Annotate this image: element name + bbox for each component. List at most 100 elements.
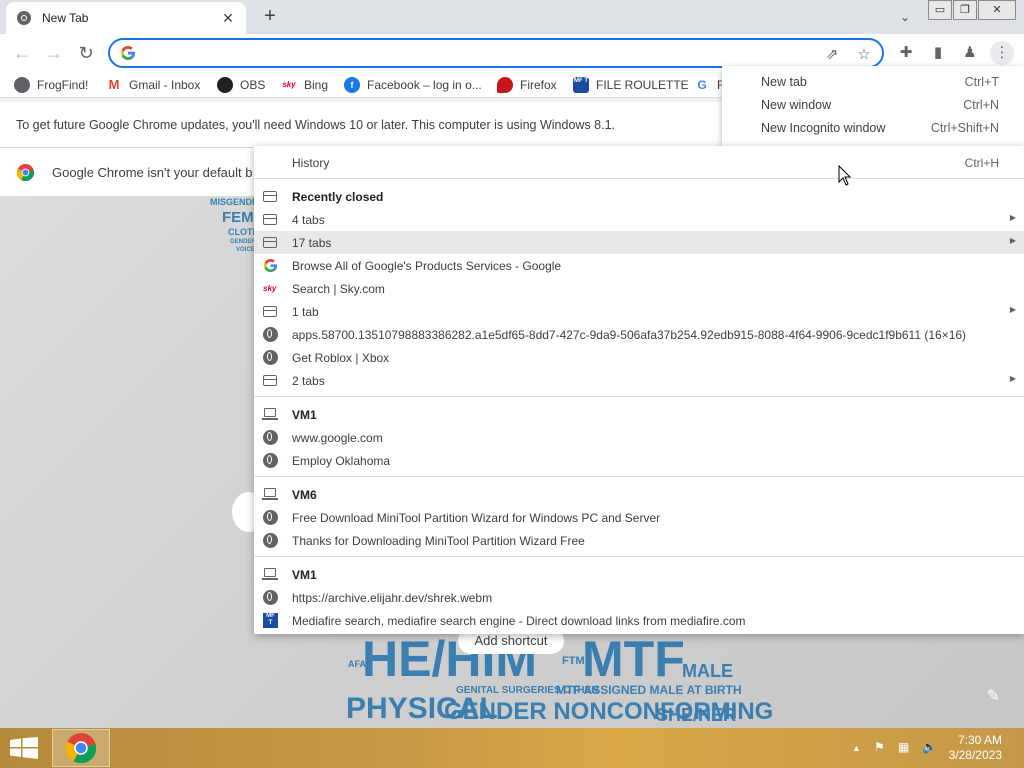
chevron-right-icon: ▶ <box>1009 305 1016 314</box>
tab-icon <box>263 191 277 202</box>
history-submenu: History Ctrl+H Recently closed 4 tabs ▶ … <box>254 146 1024 634</box>
star-icon[interactable]: ☆ <box>854 45 874 65</box>
bookmark-label: Facebook – log in o... <box>367 78 482 92</box>
globe-icon <box>263 510 278 525</box>
tab-icon <box>263 237 277 248</box>
menu-item-new-window[interactable]: New window Ctrl+N <box>722 94 1024 117</box>
wordcloud-word: AFAB <box>348 659 373 669</box>
mouse-cursor-icon <box>838 165 852 186</box>
google-icon <box>121 46 135 60</box>
menu-item-label: www.google.com <box>292 431 383 445</box>
wordcloud-word: VOICE <box>236 247 255 253</box>
recently-closed-item[interactable]: apps.58700.13510798883386282.a1e5df65-8d… <box>254 323 1024 346</box>
bookmark-label: Bing <box>304 78 329 92</box>
recently-closed-item[interactable]: 1 tab ▶ <box>254 300 1024 323</box>
device-tab-item[interactable]: Thanks for Downloading MiniTool Partitio… <box>254 529 1024 552</box>
globe-icon <box>263 327 278 342</box>
recently-closed-item[interactable]: Get Roblox | Xbox <box>254 346 1024 369</box>
device-name: VM1 <box>292 568 317 582</box>
menu-item-label: Mediafire search, mediafire search engin… <box>292 614 746 628</box>
wordcloud-word: MTF <box>582 631 685 687</box>
recently-closed-item[interactable]: 17 tabs ▶ <box>254 231 1024 254</box>
device-tab-item[interactable]: Employ Oklahoma <box>254 449 1024 472</box>
menu-item-label: New window <box>761 98 832 112</box>
windows-taskbar: ▲ ⚑ ▦ 🔈 7:30 AM 3/28/2023 <box>0 728 1024 768</box>
taskbar-clock[interactable]: 7:30 AM 3/28/2023 <box>949 733 1002 763</box>
globe-icon <box>263 590 278 605</box>
recently-closed-item[interactable]: sky Search | Sky.com <box>254 277 1024 300</box>
device-tab-item[interactable]: Free Download MiniTool Partition Wizard … <box>254 506 1024 529</box>
more-menu-icon[interactable]: ⋮ <box>990 41 1014 65</box>
facebook-icon: f <box>344 77 360 93</box>
menu-item-label: New tab <box>761 75 807 89</box>
tab-icon <box>263 306 277 317</box>
bookmark-gmail[interactable]: M Gmail - Inbox <box>106 76 200 94</box>
bookmark-file-roulette[interactable]: MF T FILE ROULETTE <box>573 76 689 94</box>
flag-icon[interactable]: ⚑ <box>874 740 885 754</box>
bookmark-bing[interactable]: sky Bing <box>281 76 328 94</box>
menu-item-label: apps.58700.13510798883386282.a1e5df65-8d… <box>292 328 967 342</box>
menu-item-label: History <box>292 156 330 170</box>
volume-icon[interactable]: 🔈 <box>922 740 937 754</box>
menu-divider <box>254 556 1024 557</box>
taskbar-chrome-button[interactable] <box>52 729 110 767</box>
menu-item-label: 2 tabs <box>292 374 325 388</box>
pencil-icon[interactable]: ✎ <box>987 686 1000 706</box>
globe-icon <box>263 430 278 445</box>
minimize-button[interactable]: ▭ <box>928 0 952 20</box>
network-icon[interactable]: ▦ <box>898 740 909 754</box>
chrome-icon <box>17 11 31 25</box>
menu-item-history[interactable]: History Ctrl+H <box>254 151 1024 174</box>
bookmark-facebook[interactable]: f Facebook – log in o... <box>344 76 482 94</box>
chrome-icon <box>66 733 96 763</box>
restore-button[interactable]: ❐ <box>953 0 977 20</box>
bookmark-obs[interactable]: OBS <box>217 76 265 94</box>
close-window-button[interactable]: ✕ <box>978 0 1016 20</box>
extensions-icon[interactable]: ✚ <box>894 41 918 65</box>
google-icon: G <box>697 78 707 92</box>
address-input[interactable] <box>144 44 794 62</box>
menu-item-label: Browse All of Google's Products Services… <box>292 259 562 273</box>
wordcloud-word: SHE/HER <box>656 705 737 725</box>
google-icon <box>263 258 278 273</box>
device-name: VM6 <box>292 488 317 502</box>
reload-icon[interactable]: ↻ <box>74 41 98 65</box>
device-tab-item[interactable]: https://archive.elijahr.dev/shrek.webm <box>254 586 1024 609</box>
omnibox[interactable]: ⇗ ☆ <box>108 38 884 68</box>
windows-start-icon[interactable] <box>10 737 38 759</box>
profile-avatar-icon[interactable]: ♟ <box>958 41 982 65</box>
menu-item-label: Employ Oklahoma <box>292 454 391 468</box>
recently-closed-item[interactable]: Browse All of Google's Products Services… <box>254 254 1024 277</box>
bookmark-firefox[interactable]: Firefox <box>497 76 557 94</box>
tray-chevron-up-icon[interactable]: ▲ <box>852 743 861 753</box>
forward-arrow-icon[interactable]: → <box>42 41 66 65</box>
clock-date: 3/28/2023 <box>948 748 1002 762</box>
menu-item-new-tab[interactable]: New tab Ctrl+T <box>722 71 1024 94</box>
plus-icon[interactable]: + <box>258 5 282 29</box>
tab-icon <box>263 375 277 386</box>
chevron-right-icon: ▶ <box>1009 236 1016 245</box>
recently-closed-item[interactable]: 2 tabs ▶ <box>254 369 1024 392</box>
globe-icon <box>263 350 278 365</box>
share-icon[interactable]: ⇗ <box>822 45 842 65</box>
tab-new-tab[interactable]: New Tab ✕ <box>6 2 246 34</box>
wordcloud-word: MALE <box>682 661 733 681</box>
menu-divider <box>254 396 1024 397</box>
menu-item-label: Get Roblox | Xbox <box>292 351 390 365</box>
menu-divider <box>254 476 1024 477</box>
recently-closed-item[interactable]: 4 tabs ▶ <box>254 208 1024 231</box>
close-icon[interactable]: ✕ <box>220 10 236 27</box>
side-panel-icon[interactable]: ▮ <box>926 41 950 65</box>
back-arrow-icon[interactable]: ← <box>10 41 34 65</box>
laptop-icon <box>262 567 278 582</box>
device-tab-item[interactable]: MF T Mediafire search, mediafire search e… <box>254 609 1024 632</box>
bookmark-google[interactable]: G F <box>694 76 724 94</box>
chevron-down-icon[interactable]: ⌄ <box>894 6 916 28</box>
menu-item-new-incognito-window[interactable]: New Incognito window Ctrl+Shift+N <box>722 117 1024 140</box>
section-header: Recently closed <box>292 190 384 204</box>
bookmark-label: Firefox <box>520 78 557 92</box>
menu-item-label: New Incognito window <box>761 121 886 135</box>
menu-item-shortcut: Ctrl+Shift+N <box>930 121 999 135</box>
bookmark-frogfind[interactable]: FrogFind! <box>14 76 88 94</box>
device-tab-item[interactable]: www.google.com <box>254 426 1024 449</box>
